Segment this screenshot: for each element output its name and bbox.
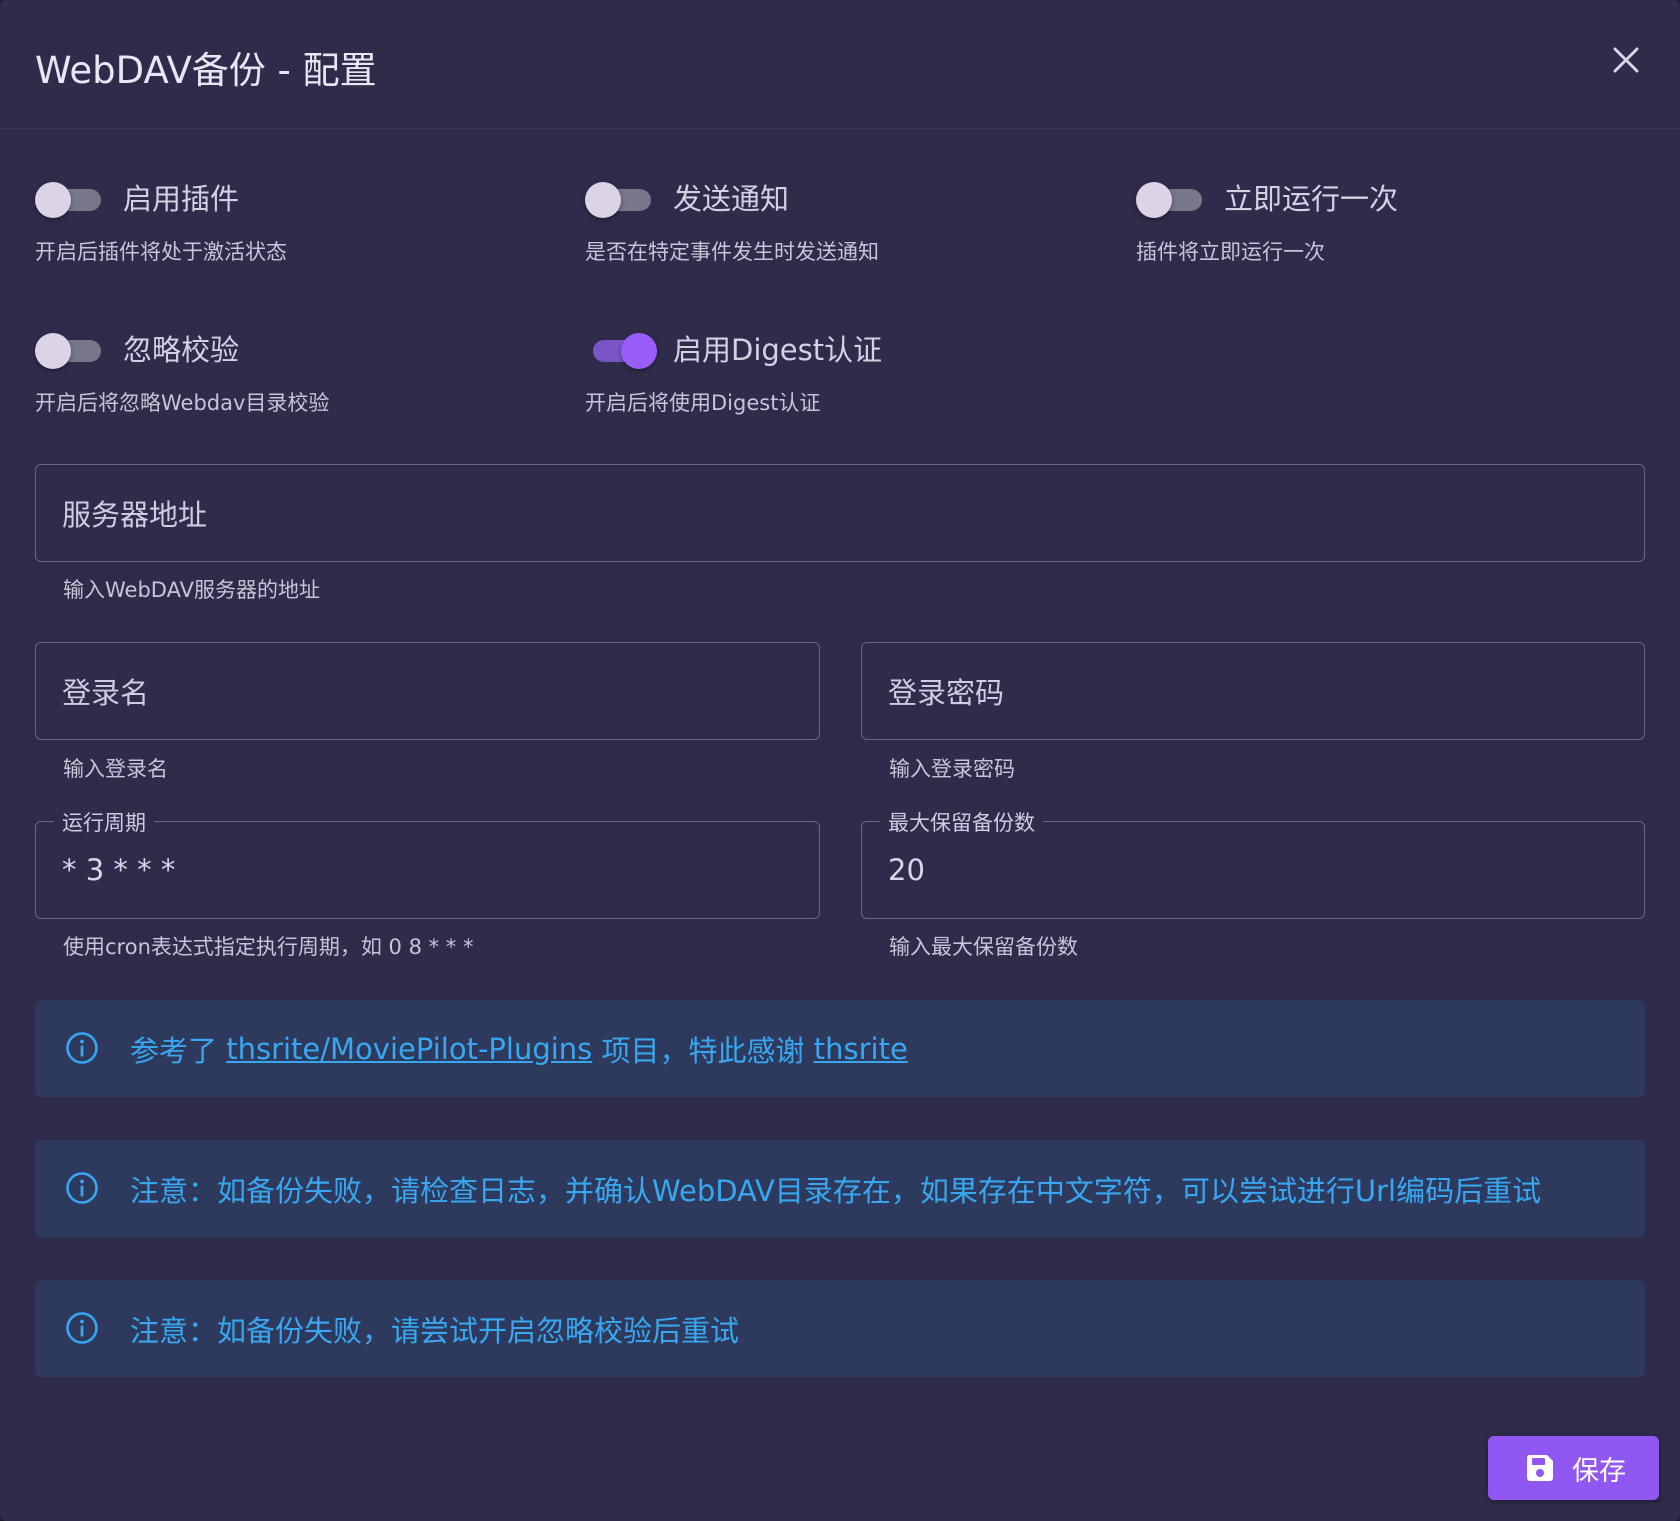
username-input[interactable]: 登录名 [35,642,820,740]
digest-auth-toggle[interactable] [585,329,657,369]
toggle-thumb [585,182,621,218]
notice-alert-2: 注意：如备份失败，请尝试开启忽略校验后重试 [35,1280,1645,1377]
ignore-check-hint: 开启后将忽略Webdav目录校验 [35,391,330,415]
ignore-check-label: 忽略校验 [123,333,240,367]
credit-prefix: 参考了 [130,1033,227,1068]
server-address-hint: 输入WebDAV服务器的地址 [63,578,320,602]
toggle-thumb [621,333,657,369]
username-placeholder: 登录名 [62,676,150,710]
username-hint: 输入登录名 [63,757,168,781]
digest-auth-label: 启用Digest认证 [673,333,883,367]
author-link[interactable]: thsrite [814,1032,908,1066]
run-once-toggle[interactable] [1136,178,1206,218]
credit-alert: 参考了 thsrite/MoviePilot-Plugins 项目，特此感谢 t… [35,1000,1645,1097]
cron-value: * 3 * * * [62,853,176,887]
toggle-thumb [35,333,71,369]
send-notify-toggle[interactable] [585,178,655,218]
server-address-input[interactable]: 服务器地址 [35,464,1645,562]
info-icon [66,1032,98,1064]
credit-alert-text: 参考了 thsrite/MoviePilot-Plugins 项目，特此感谢 t… [130,1000,908,1097]
save-button[interactable]: 保存 [1488,1436,1659,1500]
repo-link[interactable]: thsrite/MoviePilot-Plugins [226,1032,592,1066]
notice-alert-2-text: 注意：如备份失败，请尝试开启忽略校验后重试 [130,1313,740,1348]
max-backups-hint: 输入最大保留备份数 [889,935,1078,959]
run-once-hint: 插件将立即运行一次 [1136,240,1325,264]
digest-auth-hint: 开启后将使用Digest认证 [585,391,821,415]
enable-plugin-toggle[interactable] [35,178,105,218]
cron-hint: 使用cron表达式指定执行周期，如 0 8 * * * [63,935,474,959]
save-icon [1526,1455,1553,1481]
config-dialog: WebDAV备份 - 配置 启用插件 开启后插件将处于激活状态 发送通知 是否在… [0,0,1680,1521]
password-placeholder: 登录密码 [888,676,1005,710]
password-input[interactable]: 登录密码 [861,642,1645,740]
credit-middle: 项目，特此感谢 [592,1033,814,1068]
enable-plugin-label: 启用插件 [123,182,240,216]
password-hint: 输入登录密码 [889,757,1015,781]
toggle-thumb [1136,182,1172,218]
toggle-thumb [35,182,71,218]
server-address-placeholder: 服务器地址 [62,498,208,532]
enable-plugin-hint: 开启后插件将处于激活状态 [35,240,287,264]
cron-input[interactable]: 运行周期 * 3 * * * [35,807,820,919]
notice-alert-1: 注意：如备份失败，请检查日志，并确认WebDAV目录存在，如果存在中文字符，可以… [35,1140,1645,1237]
max-backups-input[interactable]: 最大保留备份数 20 [861,807,1645,919]
max-backups-value: 20 [888,853,925,887]
info-icon [66,1312,98,1344]
close-icon [1613,47,1639,73]
dialog-title: WebDAV备份 - 配置 [35,49,377,92]
run-once-label: 立即运行一次 [1224,182,1399,216]
send-notify-hint: 是否在特定事件发生时发送通知 [585,240,879,264]
close-button[interactable] [1604,38,1648,82]
notice-alert-1-text: 注意：如备份失败，请检查日志，并确认WebDAV目录存在，如果存在中文字符，可以… [130,1173,1542,1208]
save-label: 保存 [1572,1455,1626,1487]
dialog-header: WebDAV备份 - 配置 [0,0,1680,129]
info-icon [66,1172,98,1204]
ignore-check-toggle[interactable] [35,329,105,369]
send-notify-label: 发送通知 [673,182,790,216]
